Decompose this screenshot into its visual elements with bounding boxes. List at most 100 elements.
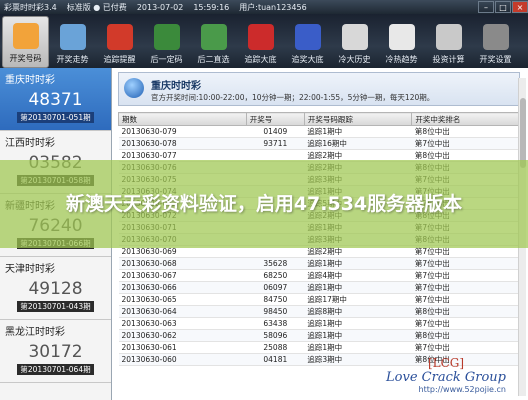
panel-title: 重庆时时彩 — [151, 81, 201, 92]
table-cell: 20130630-064 — [118, 305, 247, 318]
toolbar-button[interactable]: 追踪提醒 — [96, 16, 143, 68]
lottery-number: 48371 — [28, 90, 83, 110]
table-cell: 93711 — [246, 137, 305, 150]
toolbar-button-label: 追奖大底 — [291, 55, 324, 64]
toolbar-button[interactable]: 追奖大底 — [284, 16, 331, 68]
table-cell: 20130630-060 — [118, 353, 247, 366]
toolbar-button-label: 投资计算 — [432, 55, 465, 64]
maximize-button[interactable]: □ — [495, 1, 511, 13]
table-row[interactable]: 20130630-065 84750 追踪17期中 第7位中出 — [118, 293, 520, 306]
table-cell: 追踪1期中 — [304, 317, 412, 330]
table-row[interactable]: 20130630-078 93711 追踪16期中 第7位中出 — [118, 137, 520, 150]
toolbar-button-label: 冷热趋势 — [385, 55, 418, 64]
lottery-name: 江西时时彩 — [5, 138, 55, 149]
toolbar-button[interactable]: 投资计算 — [425, 16, 472, 68]
lottery-name: 黑龙江时时彩 — [5, 327, 65, 338]
table-cell: 第7位中出 — [411, 341, 520, 354]
toolbar-button[interactable]: 后一定码 — [143, 16, 190, 68]
table-cell: 追踪1期中 — [304, 125, 412, 138]
watermark-name: Love Crack Group — [386, 370, 506, 385]
table-cell: 20130630-066 — [118, 281, 247, 294]
lottery-number: 30172 — [28, 342, 83, 362]
table-cell: 第7位中出 — [411, 317, 520, 330]
table-cell: 20130630-062 — [118, 329, 247, 342]
table-cell: 20130630-068 — [118, 257, 247, 270]
globe-icon — [124, 78, 144, 98]
toolbar-button[interactable]: 开奖走势 — [49, 16, 96, 68]
table-cell: 追踪4期中 — [304, 269, 412, 282]
toolbar-button-label: 追踪提醒 — [103, 55, 136, 64]
close-button[interactable]: × — [512, 1, 528, 13]
table-cell: 20130630-063 — [118, 317, 247, 330]
table-row[interactable]: 20130630-066 06097 追踪1期中 第7位中出 — [118, 281, 520, 294]
cube-icon — [341, 24, 368, 50]
time-label: 15:59:16 — [193, 2, 230, 12]
table-cell: 追踪1期中 — [304, 281, 412, 294]
ball-icon — [247, 24, 274, 50]
toolbar-button[interactable]: 追踪大底 — [237, 16, 284, 68]
toolbar-button-label: 冷大历史 — [338, 55, 371, 64]
toolbar-button[interactable]: 冷热趋势 — [378, 16, 425, 68]
table-cell: 20130630-079 — [118, 125, 247, 138]
table-cell: 58096 — [246, 329, 305, 342]
table-row[interactable]: 20130630-061 25088 追踪1期中 第7位中出 — [118, 341, 520, 354]
panel-description: 官方开奖时间:10:00-22:00，10分钟一期；22:00-1:55，5分钟… — [151, 93, 435, 102]
table-cell: 20130630-065 — [118, 293, 247, 306]
toolbar-button-label: 后一定码 — [150, 55, 183, 64]
table-cell: 第8位中出 — [411, 305, 520, 318]
calc-icon — [435, 24, 462, 50]
title-bar: 彩票时时彩3.4 标准版 ● 已付费 2013-07-02 15:59:16 用… — [0, 0, 528, 14]
table-cell: 04181 — [246, 353, 305, 366]
table-cell: 25088 — [246, 341, 305, 354]
promo-banner: 新澳天天彩资料验证，启用47.534服务器版本 — [0, 160, 528, 248]
table-row[interactable]: 20130630-064 98450 追踪8期中 第8位中出 — [118, 305, 520, 318]
toolbar-button[interactable]: 冷大历史 — [331, 16, 378, 68]
table-cell: 第7位中出 — [411, 281, 520, 294]
lottery-name: 天津时时彩 — [5, 264, 55, 275]
lottery-item[interactable]: 重庆时时彩 48371 第20130701-051期 — [0, 68, 111, 131]
table-row[interactable]: 20130630-063 63438 追踪1期中 第7位中出 — [118, 317, 520, 330]
table-row[interactable]: 20130630-067 68250 追踪4期中 第7位中出 — [118, 269, 520, 282]
clock-icon — [12, 23, 39, 49]
promo-text: 新澳天天彩资料验证，启用47.534服务器版本 — [65, 193, 463, 215]
toolbar: 开奖号码 开奖走势 追踪提醒 后一定码 后二直选 追踪大底 追奖大底 冷大历史 冷热趋势 投资计算… — [0, 14, 528, 68]
tag-icon — [294, 24, 321, 50]
toolbar-button-label: 后二直选 — [197, 55, 230, 64]
table-cell: 第8位中出 — [411, 125, 520, 138]
edition-label: 标准版 ● 已付费 — [66, 2, 127, 12]
toolbar-button[interactable]: 后二直选 — [190, 16, 237, 68]
lottery-item[interactable]: 黑龙江时时彩 30172 第20130701-064期 — [0, 320, 111, 383]
pen-icon — [200, 24, 227, 50]
table-cell: 追踪17期中 — [304, 293, 412, 306]
settings-icon — [482, 24, 509, 50]
table-cell: 第7位中出 — [411, 257, 520, 270]
table-cell: 追踪1期中 — [304, 329, 412, 342]
toolbar-button-label: 追踪大底 — [244, 55, 277, 64]
scrollbar-thumb[interactable] — [520, 98, 526, 168]
table-row[interactable]: 20130630-062 58096 追踪1期中 第8位中出 — [118, 329, 520, 342]
app-title: 彩票时时彩3.4 — [4, 2, 57, 12]
minimize-button[interactable]: – — [478, 1, 494, 13]
table-cell: 第7位中出 — [411, 269, 520, 282]
table-row[interactable]: 20130630-068 35628 追踪1期中 第7位中出 — [118, 257, 520, 270]
table-cell: 追踪16期中 — [304, 137, 412, 150]
column-header[interactable]: 开奖中奖排名 — [411, 112, 520, 126]
column-header[interactable]: 期数 — [118, 112, 247, 126]
table-cell: 63438 — [246, 317, 305, 330]
column-header[interactable]: 开奖号 — [245, 112, 305, 126]
table-cell: 20130630-078 — [118, 137, 247, 150]
lottery-item[interactable]: 天津时时彩 49128 第20130701-043期 — [0, 257, 111, 320]
table-cell: 第8位中出 — [411, 329, 520, 342]
user-label: 用户:tuan123456 — [239, 2, 307, 12]
toolbar-button[interactable]: 开奖设置 — [472, 16, 519, 68]
lottery-issue: 第20130701-051期 — [17, 112, 94, 123]
digit-icon — [153, 24, 180, 50]
table-row[interactable]: 20130630-079 01409 追踪1期中 第8位中出 — [118, 125, 520, 138]
column-header[interactable]: 开奖号码跟踪 — [303, 112, 413, 126]
toolbar-button-label: 开奖设置 — [479, 55, 512, 64]
table-cell: 98450 — [246, 305, 305, 318]
alarm-icon — [106, 24, 133, 50]
toolbar-button-label: 开奖号码 — [9, 54, 42, 63]
toolbar-button[interactable]: 开奖号码 — [2, 16, 49, 68]
lottery-issue: 第20130701-064期 — [17, 364, 94, 375]
